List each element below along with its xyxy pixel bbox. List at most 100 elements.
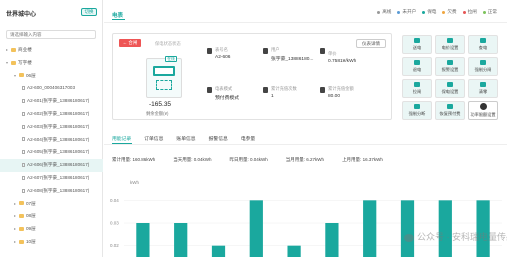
action-label: 恢复预付费: [439, 111, 461, 116]
tree-item-label: 写字楼: [18, 59, 32, 65]
tree-item-label: 10层: [26, 238, 36, 244]
action-button[interactable]: 清零: [468, 79, 498, 98]
status-dot-icon: [397, 10, 401, 14]
action-label: 查电: [478, 45, 488, 50]
meter-icon: [22, 137, 25, 142]
divider: [104, 22, 507, 23]
status-dot-icon: [442, 10, 446, 14]
meter-icon: [146, 58, 182, 98]
tree-folder[interactable]: ▾ 写字楼: [0, 57, 103, 70]
action-button[interactable]: 拉闸: [402, 79, 432, 98]
legend-label: 保电: [427, 9, 437, 14]
field-user: 用户 张宇豪_13886180...: [271, 47, 314, 62]
folder-icon: [19, 201, 24, 206]
action-label: 功率限额设置: [470, 112, 496, 117]
folder-icon: [11, 47, 16, 52]
usage-stat: 累计用量: 160.86kWh: [112, 157, 156, 162]
user-icon: [263, 48, 268, 54]
tree-meter-item[interactable]: A2-604(张宇豪_13886180617): [0, 134, 103, 147]
tree-item-label: A2-607(张宇豪_13886180617): [27, 174, 90, 180]
sub-tab[interactable]: 用能记录: [112, 135, 131, 142]
tree-meter-item[interactable]: A2-605(张宇豪_13886180617): [0, 146, 103, 159]
usage-bar[interactable]: [400, 200, 415, 257]
tree-meter-item[interactable]: A2-600_000406317003: [0, 82, 103, 95]
action-label: 强制分断: [408, 111, 426, 116]
toggle-button[interactable]: 切换: [81, 8, 97, 16]
close-switch-button[interactable]: ← 合闸: [119, 39, 141, 47]
tree-item-label: 商业楼: [18, 47, 32, 52]
tree-meter-item[interactable]: A2-601(张宇豪_13886180617): [0, 95, 103, 108]
tab-meter[interactable]: 电表: [112, 11, 123, 19]
action-button[interactable]: 恢复预付费: [435, 101, 465, 120]
action-button[interactable]: 报警设置: [435, 57, 465, 76]
usage-bar[interactable]: [249, 200, 263, 257]
action-button[interactable]: 送电: [402, 35, 432, 54]
action-button[interactable]: 退电: [402, 57, 432, 76]
tree-item-label: 07层: [26, 200, 36, 206]
usage-bar[interactable]: [476, 200, 490, 257]
usage-bar[interactable]: [211, 245, 226, 257]
action-label: 退电: [412, 67, 422, 72]
usage-chart-svg: kWh 0.04 0.03 0.02: [110, 180, 502, 257]
action-button[interactable]: 功率限额设置: [468, 101, 498, 120]
tree-folder[interactable]: ▸ 07层: [0, 198, 103, 211]
sidebar-title: 世界城中心: [6, 12, 37, 18]
action-label: 保电设置: [441, 89, 459, 94]
status-legend: 离线 未开户 保电 欠费 拉闸 正常: [377, 9, 497, 15]
action-icon: [414, 82, 420, 87]
tree-meter-item[interactable]: A2-602(张宇豪_13886180617): [0, 108, 103, 121]
usage-bar[interactable]: [287, 245, 301, 257]
sub-tab[interactable]: 账单信息: [176, 135, 195, 142]
device-tree: ▸ 商业楼 ▾ 写字楼 ▾ 06层 A2-600_000406317003 A2-601(张宇…: [0, 44, 103, 249]
meter-card: ← 合闸 保电状态状态 在线 -165.35 剩余金额(¥) 表号名 A2-60…: [112, 33, 392, 120]
folder-icon: [19, 226, 24, 231]
meter-detail-button[interactable]: 仪表详情: [356, 39, 386, 48]
tree-folder[interactable]: ▸ 商业楼: [0, 44, 103, 57]
tree-item-label: A2-608(张宇豪_13886180617): [27, 187, 90, 193]
legend-item: 正常: [482, 9, 497, 15]
meter-icon: [22, 124, 25, 129]
balance-value: -165.35: [149, 101, 172, 108]
tree-folder[interactable]: ▸ 08层: [0, 210, 103, 223]
folder-icon: [19, 214, 24, 219]
action-label: 电价设置: [441, 45, 459, 50]
tree-item-label: A2-601(张宇豪_13886180617): [27, 98, 90, 104]
sub-tab[interactable]: 电参量: [241, 135, 255, 142]
action-button[interactable]: 保电设置: [435, 79, 465, 98]
meter-icon: [22, 162, 25, 167]
tree-folder[interactable]: ▸ 09层: [0, 223, 103, 236]
tree-meter-item[interactable]: A2-607(张宇豪_13886180617): [0, 172, 103, 185]
sub-tab[interactable]: 订单信息: [144, 135, 163, 142]
tree-meter-item[interactable]: A2-608(张宇豪_13886180617): [0, 185, 103, 198]
legend-label: 拉闸: [467, 9, 477, 14]
sub-tab[interactable]: 报警信息: [209, 135, 228, 142]
action-button[interactable]: 强制分闸: [468, 57, 498, 76]
meter-icon: [22, 98, 25, 103]
search-input[interactable]: [6, 30, 96, 39]
tab-underline: [112, 19, 125, 20]
folder-icon: [19, 73, 24, 78]
tree-item-label: 06层: [26, 72, 36, 78]
meter-icon: [22, 188, 25, 193]
usage-bar[interactable]: [325, 223, 339, 257]
usage-bar[interactable]: [363, 200, 377, 257]
action-button[interactable]: 强制分断: [402, 101, 432, 120]
action-button[interactable]: 查电: [468, 35, 498, 54]
folder-icon: [11, 60, 16, 65]
tree-meter-item[interactable]: A2-603(张宇豪_13886180617): [0, 121, 103, 134]
legend-label: 离线: [382, 9, 392, 14]
tree-item-label: 09层: [26, 226, 36, 232]
usage-bar[interactable]: [136, 223, 150, 257]
usage-stat: 当月用量: 6.27kWh: [285, 157, 325, 162]
legend-item: 保电: [422, 9, 436, 15]
tree-folder[interactable]: ▸ 10层: [0, 236, 103, 249]
legend-label: 欠费: [447, 9, 457, 14]
tree-meter-item[interactable]: A2-606(张宇豪_13886180617): [0, 159, 103, 172]
action-icon: [480, 82, 486, 87]
action-label: 清零: [478, 89, 488, 94]
usage-bar[interactable]: [438, 200, 452, 257]
usage-bar[interactable]: [174, 223, 188, 257]
action-button[interactable]: 电价设置: [435, 35, 465, 54]
tree-folder[interactable]: ▾ 06层: [0, 70, 103, 83]
status-dot-icon: [482, 10, 486, 14]
